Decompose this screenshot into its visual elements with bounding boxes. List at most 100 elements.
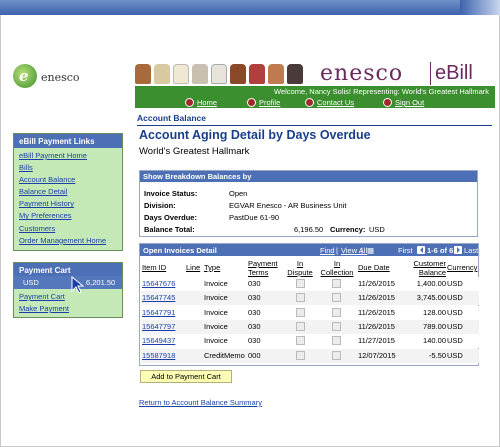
sidebar-link-make-payment[interactable]: Make Payment [19,303,117,315]
due-date: 11/26/2015 [358,279,395,288]
invoices-grid-title: Open Invoices Detail [143,246,217,255]
col-item-id[interactable]: Item ID [142,263,166,272]
payment-terms: 030 [248,307,261,317]
grid-download-icon[interactable]: ▦ [367,246,374,255]
in-dispute-checkbox[interactable] [296,336,305,346]
sidebar-link-preferences[interactable]: My Preferences [19,210,117,222]
customer-balance: 789.00 [423,321,446,331]
row-currency: USD [447,350,463,360]
enesco-logo: e enesco [13,64,93,92]
col-due-date[interactable]: Due Date [358,263,390,272]
invoice-id-link[interactable]: 15587918 [142,351,175,360]
customer-balance: -5.50 [428,350,446,360]
invoice-type: Invoice [204,321,228,331]
currency-label: Currency: [330,225,366,234]
invoice-status-label: Invoice Status: [144,189,198,198]
invoice-id-link[interactable]: 15647791 [142,308,175,317]
figurine-icon [154,64,170,84]
customer-balance: 1,400.00 [416,279,446,288]
open-invoices-grid: Open Invoices Detail Find | View All | ▦… [139,243,479,366]
in-collection-checkbox[interactable] [332,307,341,317]
breakdown-header: Show Breakdown Balances by [140,171,477,182]
invoice-type: Invoice [204,293,228,303]
next-page-icon[interactable] [454,246,462,254]
top-banner-bar [0,0,500,15]
cart-amount: 6,201.50 [86,278,116,287]
sidebar-link-bills[interactable]: Bills [19,162,117,174]
grid-view-all-link[interactable]: View All [341,246,367,255]
return-to-summary-link[interactable]: Return to Account Balance Summary [139,398,262,407]
in-dispute-checkbox[interactable] [296,350,305,360]
due-date: 11/27/2015 [358,336,395,346]
invoice-type: Invoice [204,336,228,346]
col-currency[interactable]: Currency [447,263,477,272]
col-customer-balance[interactable]: Customer Balance [406,259,446,277]
nav-contact-us[interactable]: Contact Us [317,97,354,108]
grid-find-link[interactable]: Find [320,246,335,255]
division-value: EGVAR Enesco - AR Business Unit [229,201,347,210]
section-divider [137,125,492,126]
payment-cart-box: Payment Cart USD 6,201.50 Payment Cart M… [13,262,123,318]
invoice-id-link[interactable]: 15647745 [142,293,175,302]
grid-separator: | [361,246,363,255]
enesco-ebill-logo: enesco eBill [320,61,495,87]
invoice-type: Invoice [204,307,228,317]
in-dispute-checkbox[interactable] [296,307,305,317]
grid-first-label: First [398,246,413,255]
due-date: 11/26/2015 [358,321,395,331]
days-overdue-label: Days Overdue: [144,213,197,222]
add-to-payment-cart-button[interactable]: Add to Payment Cart [140,370,232,383]
breakdown-panel: Show Breakdown Balances by Invoice Statu… [139,170,478,237]
sidebar-link-balance-detail[interactable]: Balance Detail [19,186,117,198]
sidebar-link-ebill-home[interactable]: eBill Payment Home [19,150,117,162]
sidebar-link-payment-cart[interactable]: Payment Cart [19,291,117,303]
welcome-bar: Welcome, Nancy Solis! Representing: Worl… [135,86,495,97]
grid-separator: | [336,246,338,255]
invoice-id-link[interactable]: 15649437 [142,336,175,345]
row-currency: USD [447,321,463,331]
signout-icon [383,98,392,107]
payment-terms: 000 [248,350,261,360]
in-collection-checkbox[interactable] [332,279,341,288]
in-dispute-checkbox[interactable] [296,321,305,331]
customer-balance: 140.00 [423,336,446,346]
nav-profile[interactable]: Profile [259,97,280,108]
payment-terms: 030 [248,321,261,331]
in-collection-checkbox[interactable] [332,336,341,346]
mouse-cursor-icon [71,276,85,294]
balance-total-label: Balance Total: [144,225,195,234]
nav-sign-out[interactable]: Sign Out [395,97,424,108]
enesco-swirl-icon: e [13,64,37,88]
in-collection-checkbox[interactable] [332,293,341,303]
sidebar-link-order-management[interactable]: Order Management Home [19,235,117,247]
in-collection-checkbox[interactable] [332,350,341,360]
in-dispute-checkbox[interactable] [296,293,305,303]
sidebar-link-account-balance[interactable]: Account Balance [19,174,117,186]
sidebar-link-customers[interactable]: Customers [19,223,117,235]
invoice-id-link[interactable]: 15647797 [142,322,175,331]
col-payment-terms[interactable]: Payment Terms [248,259,282,277]
prev-page-icon[interactable] [417,246,425,254]
brand-suffix: eBill [430,62,473,85]
division-label: Division: [144,201,176,210]
nav-home[interactable]: Home [197,97,217,108]
row-currency: USD [447,307,463,317]
col-type[interactable]: Type [204,263,220,272]
row-currency: USD [447,279,463,288]
days-overdue-value: PastDue 61-90 [229,213,280,222]
due-date: 12/07/2015 [358,350,396,360]
col-line[interactable]: Line [186,263,200,272]
customer-balance: 128.00 [423,307,446,317]
in-collection-checkbox[interactable] [332,321,341,331]
col-in-dispute[interactable]: In Dispute [286,259,314,277]
in-dispute-checkbox[interactable] [296,279,305,288]
payment-terms: 030 [248,279,261,288]
balance-total-value: 6,196.50 [294,225,324,234]
cart-total: USD 6,201.50 [14,276,122,289]
figurine-icon [211,64,227,84]
due-date: 11/26/2015 [358,307,395,317]
invoice-id-link[interactable]: 15647676 [142,279,175,288]
col-in-collection[interactable]: In Collection [317,259,357,277]
grid-range: 1-6 of 6 [427,246,454,255]
sidebar-link-payment-history[interactable]: Payment History [19,198,117,210]
